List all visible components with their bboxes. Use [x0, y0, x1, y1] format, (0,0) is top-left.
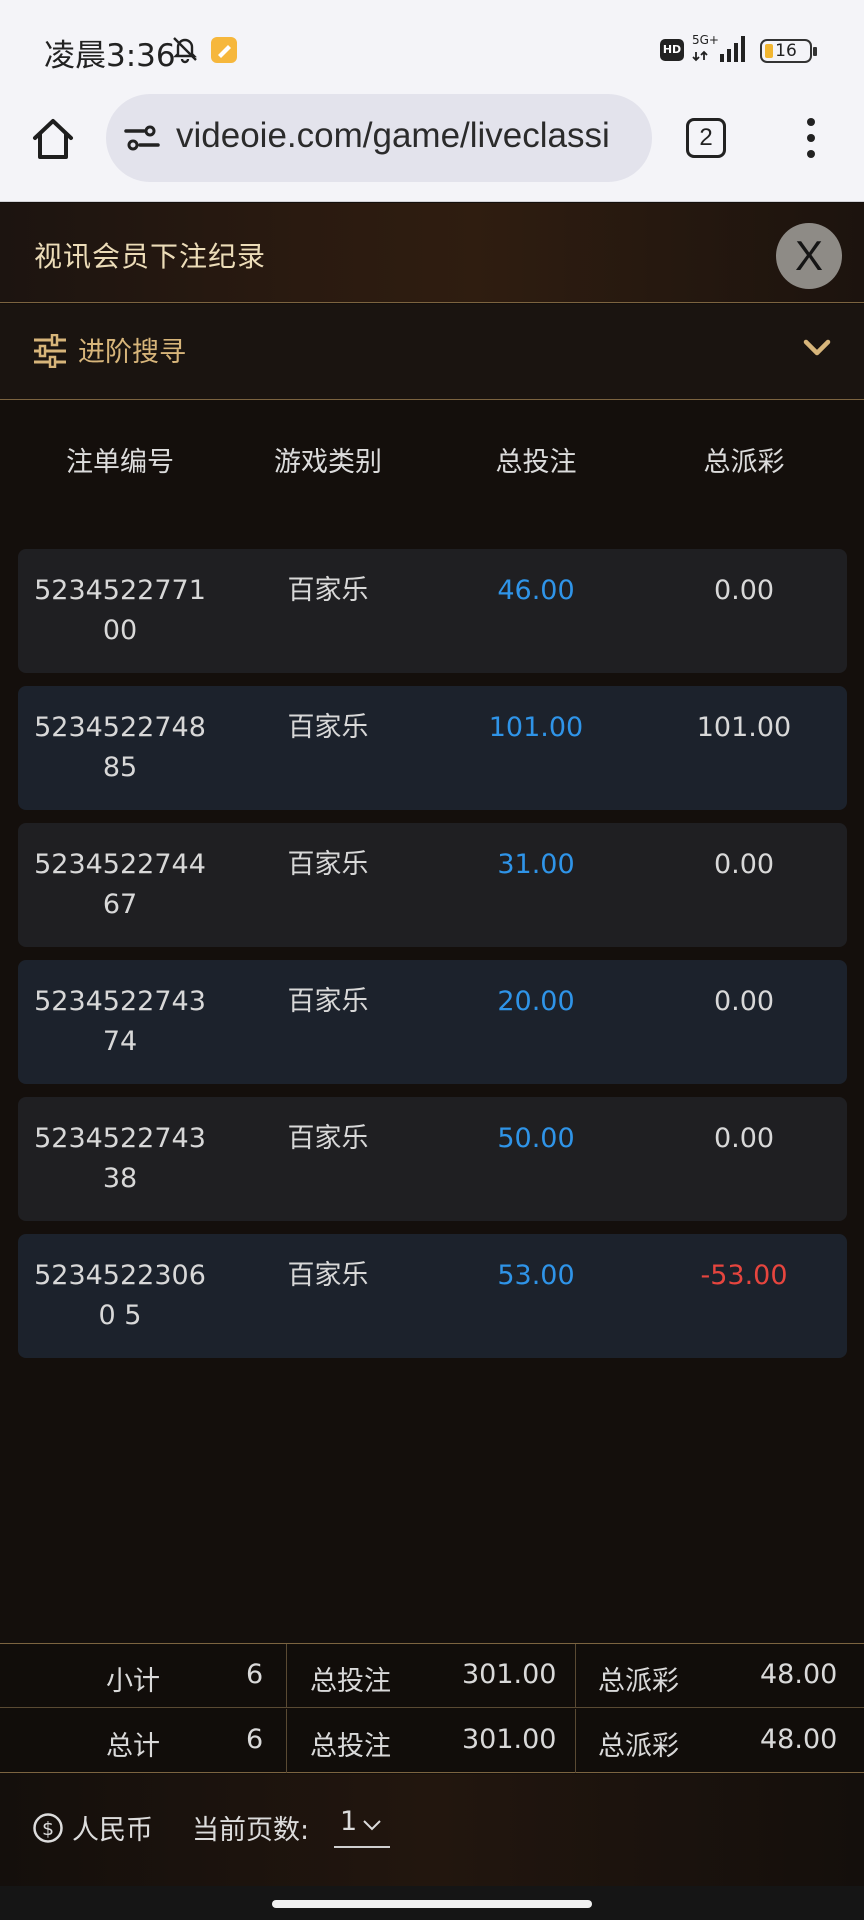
- column-header-bet-id: 注单编号: [66, 447, 174, 478]
- total-payout-cell: 0.00: [713, 986, 775, 1017]
- bet-id-cell: 523452274885: [34, 712, 206, 783]
- bell-muted-icon: [173, 37, 197, 64]
- status-bar: 凌晨3:36 HD 5G+ 16: [0, 0, 864, 92]
- table-row[interactable]: 523452274885 百家乐 101.00 101.00: [18, 686, 847, 810]
- bet-id-cell: 523452277100: [34, 575, 206, 646]
- current-page-label: 当前页数:: [192, 1815, 310, 1846]
- address-bar[interactable]: videoie.com/game/liveclassi: [106, 94, 652, 182]
- subtotal-label: 小计: [106, 1666, 160, 1697]
- total-bet-cell: 101.00: [488, 712, 584, 743]
- system-nav-bar: [0, 1886, 864, 1920]
- subtotal-payout-label: 总派彩: [598, 1666, 679, 1697]
- subtotal-row: 小计 6 总投注 301.00 总派彩 48.00: [0, 1644, 864, 1708]
- currency-label: 人民币: [72, 1815, 153, 1846]
- modal-header: 视讯会员下注纪录 X: [0, 203, 864, 303]
- table-row[interactable]: 523452274338 百家乐 50.00 0.00: [18, 1097, 847, 1221]
- bet-id-cell: 523452274374: [34, 986, 206, 1057]
- table-row[interactable]: 523452274374 百家乐 20.00 0.00: [18, 960, 847, 1084]
- game-type-cell: 百家乐: [287, 712, 369, 743]
- advanced-search-toggle[interactable]: 进阶搜寻: [0, 304, 864, 400]
- table-header: 注单编号 游戏类别 总投注 总派彩: [0, 440, 864, 484]
- total-payout: 48.00: [760, 1724, 838, 1755]
- home-gesture-handle[interactable]: [272, 1900, 592, 1908]
- status-time: 凌晨3:36: [44, 38, 176, 74]
- notification-app-icon: [211, 37, 237, 63]
- total-bet-cell: 50.00: [497, 1123, 575, 1154]
- total-payout-cell: -53.00: [700, 1260, 788, 1291]
- total-bet-cell: 46.00: [497, 575, 575, 606]
- subtotal-payout: 48.00: [760, 1659, 838, 1690]
- page-select-value: 1: [340, 1806, 358, 1837]
- total-payout-label: 总派彩: [598, 1731, 679, 1762]
- total-payout-cell: 0.00: [713, 575, 775, 606]
- game-type-cell: 百家乐: [287, 849, 369, 880]
- column-header-total-bet: 总投注: [495, 447, 577, 478]
- total-row: 总计 6 总投注 301.00 总派彩 48.00: [0, 1709, 864, 1773]
- hd-badge: HD: [660, 39, 684, 61]
- signal-icon: 5G+: [692, 33, 745, 62]
- total-bet: 301.00: [462, 1724, 557, 1755]
- svg-text:5G+: 5G+: [692, 33, 719, 47]
- game-type-cell: 百家乐: [287, 986, 369, 1017]
- tab-switcher-button[interactable]: 2: [686, 118, 726, 158]
- subtotal-count: 6: [246, 1659, 264, 1690]
- bet-id-cell: 523452274467: [34, 849, 206, 920]
- total-payout-cell: 0.00: [713, 1123, 775, 1154]
- browser-toolbar: videoie.com/game/liveclassi 2: [0, 92, 864, 202]
- total-bet-label: 总投注: [310, 1731, 391, 1762]
- chevron-down-icon[interactable]: [802, 336, 832, 360]
- filter-sliders-icon: [34, 334, 66, 368]
- game-type-cell: 百家乐: [287, 1123, 369, 1154]
- bet-id-cell: 523452274338: [34, 1123, 206, 1194]
- table-row[interactable]: 52345223060 5 百家乐 53.00 -53.00: [18, 1234, 847, 1358]
- battery-icon: 16: [760, 39, 817, 63]
- total-count: 6: [246, 1724, 264, 1755]
- subtotal-bet: 301.00: [462, 1659, 557, 1690]
- total-label: 总计: [106, 1731, 160, 1762]
- page-select[interactable]: 1: [334, 1804, 390, 1848]
- chevron-down-icon: [363, 1820, 381, 1831]
- currency-dollar-icon: $: [33, 1813, 63, 1843]
- bet-id-cell: 52345223060 5: [34, 1260, 206, 1331]
- game-type-cell: 百家乐: [287, 1260, 369, 1291]
- summary-table: 小计 6 总投注 301.00 总派彩 48.00 总计 6 总投注 301.0…: [0, 1643, 864, 1773]
- url-text[interactable]: videoie.com/game/liveclassi: [176, 116, 642, 160]
- total-bet-cell: 53.00: [497, 1260, 575, 1291]
- site-settings-icon[interactable]: [122, 120, 162, 156]
- battery-level: 16: [775, 41, 797, 61]
- svg-text:$: $: [42, 1818, 54, 1840]
- more-menu-icon[interactable]: [796, 114, 826, 162]
- table-row[interactable]: 523452277100 百家乐 46.00 0.00: [18, 549, 847, 673]
- column-header-total-payout: 总派彩: [703, 447, 785, 478]
- table-row[interactable]: 523452274467 百家乐 31.00 0.00: [18, 823, 847, 947]
- column-header-game-type: 游戏类别: [274, 447, 382, 478]
- game-type-cell: 百家乐: [287, 575, 369, 606]
- footer-bar: $ 人民币 当前页数: 1: [0, 1774, 864, 1886]
- total-payout-cell: 101.00: [696, 712, 792, 743]
- close-button[interactable]: X: [776, 223, 842, 289]
- modal-title: 视讯会员下注纪录: [34, 240, 267, 273]
- subtotal-bet-label: 总投注: [310, 1666, 391, 1697]
- home-icon[interactable]: [30, 116, 76, 162]
- total-payout-cell: 0.00: [713, 849, 775, 880]
- total-bet-cell: 20.00: [497, 986, 575, 1017]
- advanced-search-label: 进阶搜寻: [78, 337, 186, 368]
- total-bet-cell: 31.00: [497, 849, 575, 880]
